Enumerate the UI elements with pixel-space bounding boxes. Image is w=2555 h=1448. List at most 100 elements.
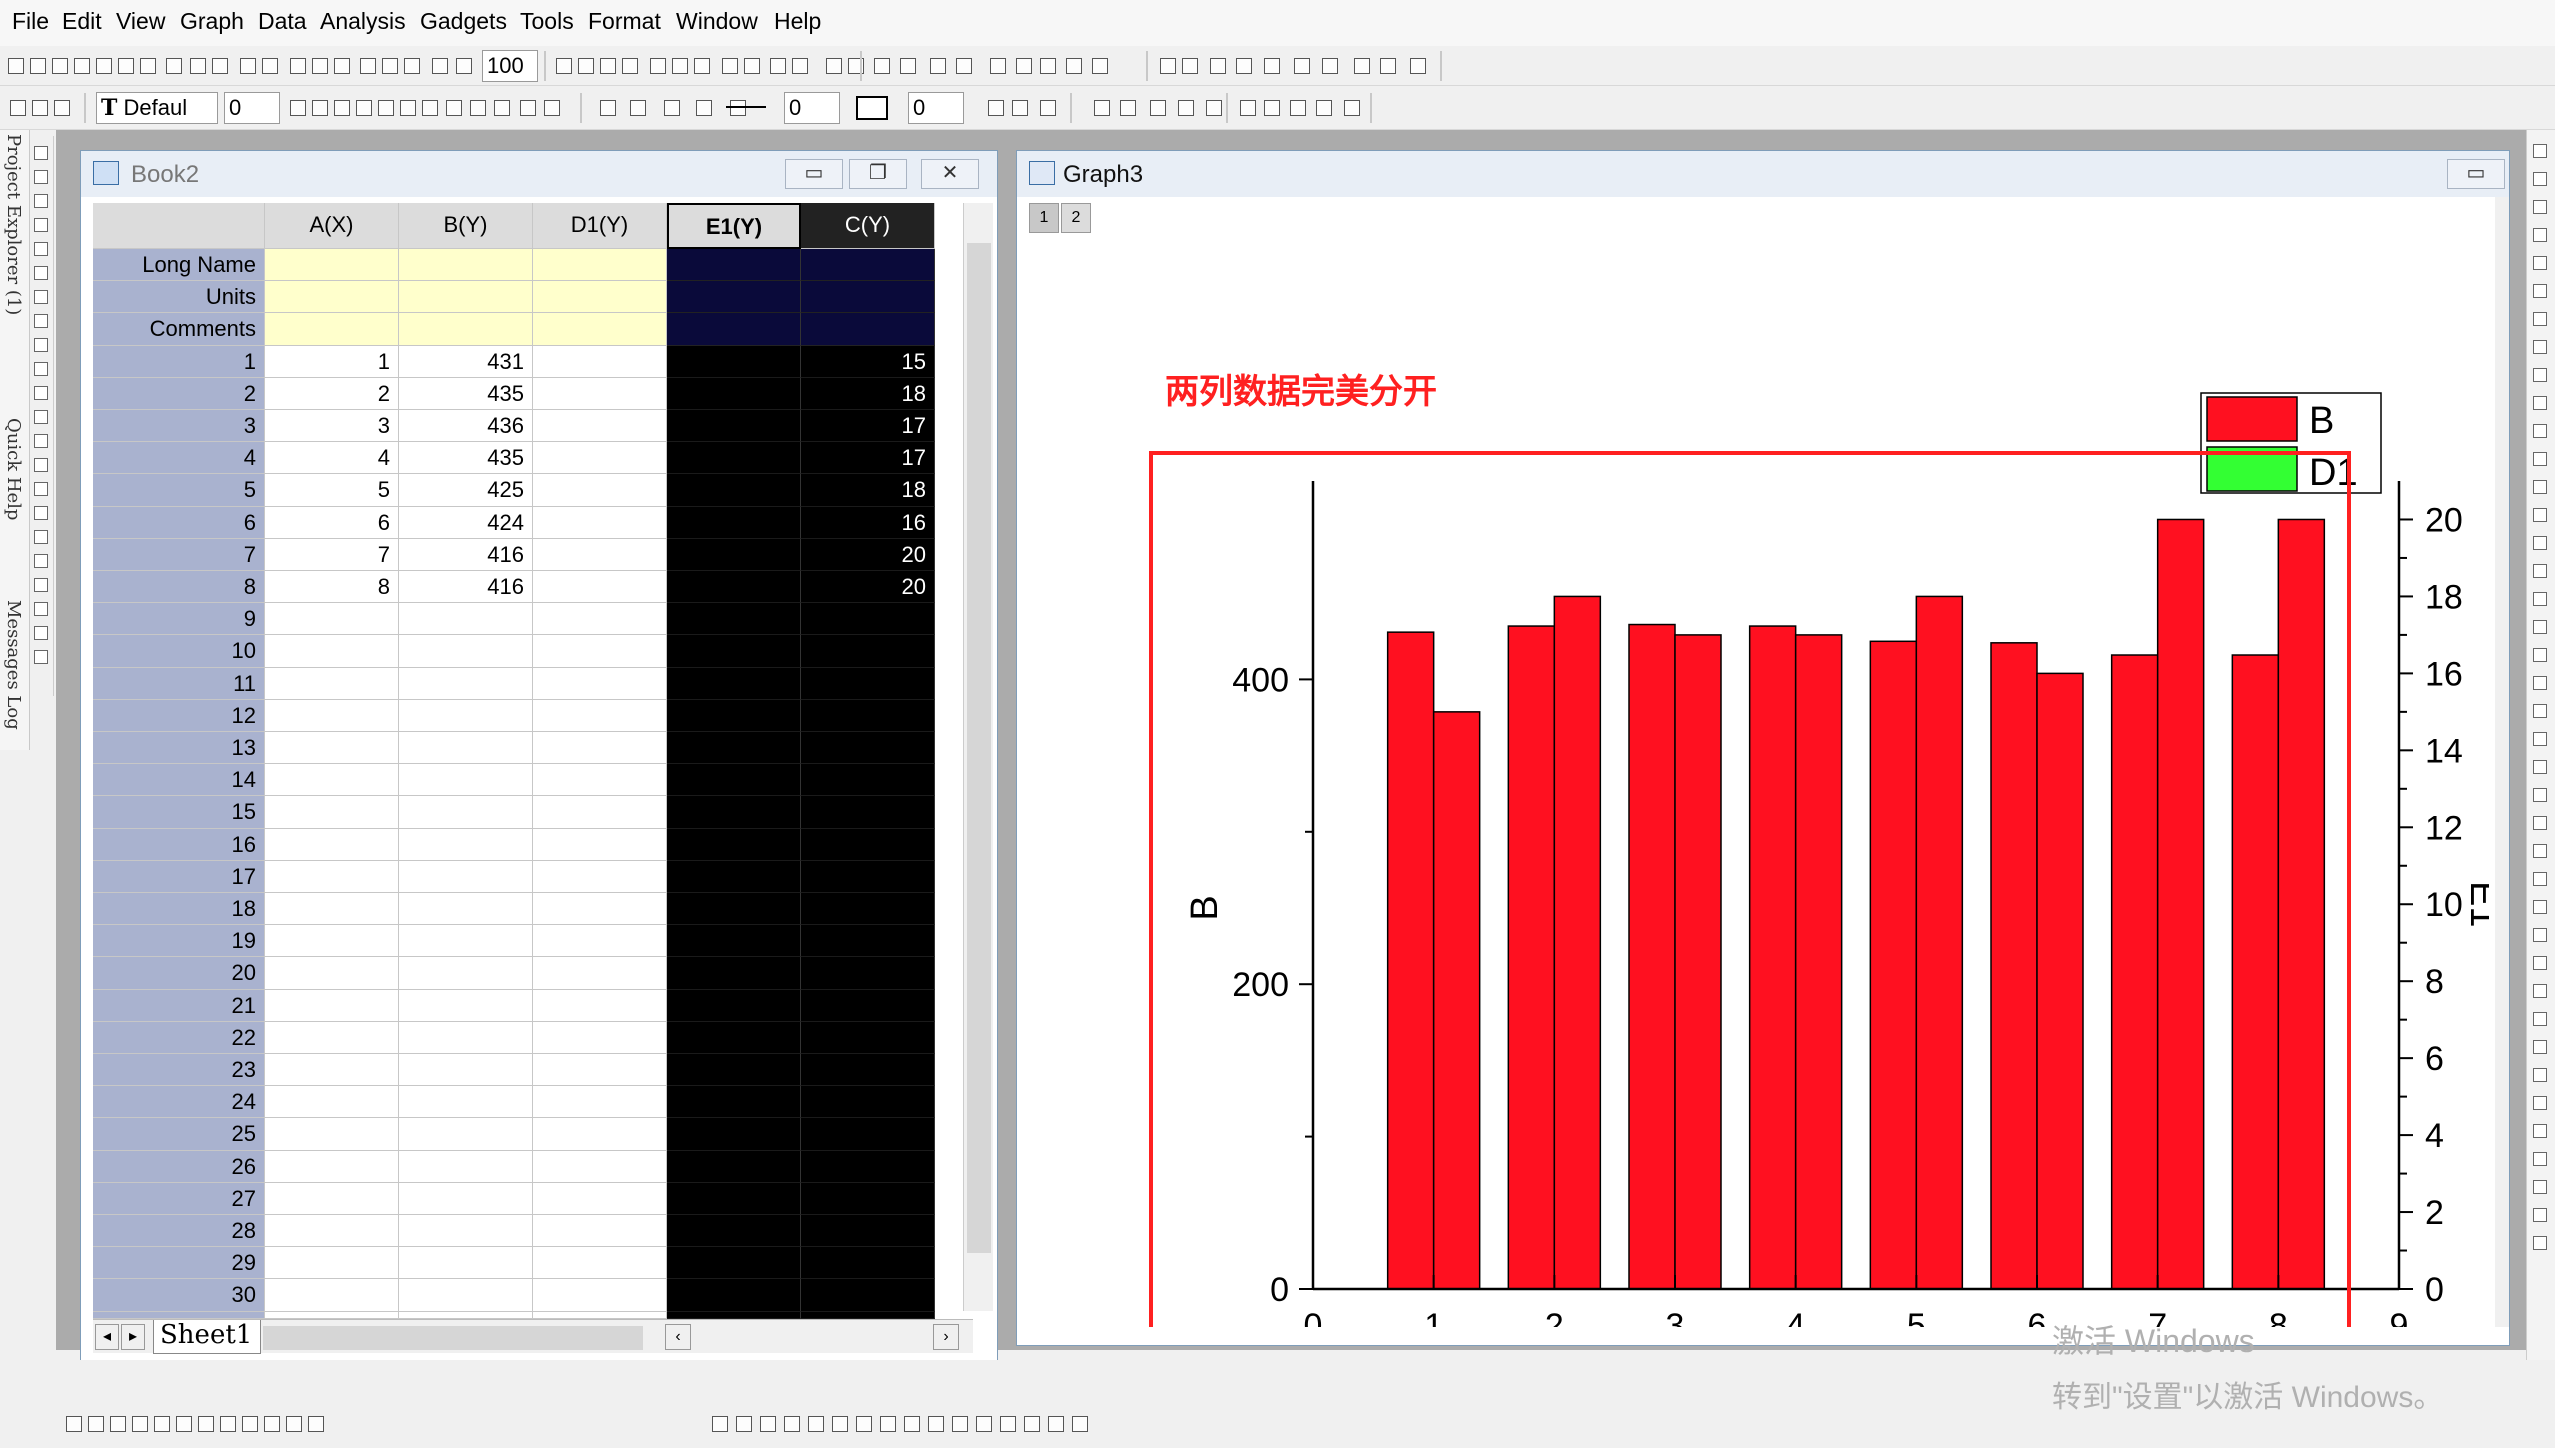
table-cell[interactable] — [667, 1118, 801, 1151]
table-cell[interactable] — [667, 764, 801, 797]
row-header[interactable]: 30 — [93, 1279, 265, 1312]
tool-button-icon[interactable] — [34, 626, 48, 640]
table-cell[interactable] — [801, 1021, 935, 1054]
table-cell[interactable] — [801, 893, 935, 926]
table-cell[interactable]: 20 — [801, 538, 935, 571]
table-cell[interactable] — [265, 1311, 399, 1319]
toolbar-button-icon[interactable] — [696, 100, 712, 116]
table-cell[interactable]: 6 — [265, 506, 399, 539]
table-cell[interactable] — [801, 1311, 935, 1319]
toolbar-button-icon[interactable] — [212, 58, 228, 74]
tool-button-icon[interactable] — [34, 554, 48, 568]
toolbar-button-icon[interactable] — [312, 100, 328, 116]
row-header[interactable]: 28 — [93, 1215, 265, 1248]
table-cell[interactable] — [533, 764, 667, 797]
table-cell[interactable] — [265, 667, 399, 700]
table-cell[interactable] — [399, 1182, 533, 1215]
bar-d1-8[interactable] — [2277, 518, 2326, 1290]
toolbar-button-icon[interactable] — [1092, 58, 1108, 74]
toolbar-button-icon[interactable] — [1206, 100, 1222, 116]
toolbar-button-icon[interactable] — [672, 58, 688, 74]
table-cell[interactable] — [265, 828, 399, 861]
toolbar-button-icon[interactable] — [1264, 58, 1280, 74]
right-tool-icon[interactable] — [2533, 1040, 2547, 1054]
bottom-tool-icon[interactable] — [66, 1416, 82, 1432]
table-cell[interactable] — [667, 796, 801, 829]
toolbar-button-icon[interactable] — [1354, 58, 1370, 74]
bottom-tool-icon[interactable] — [952, 1416, 968, 1432]
table-cell[interactable]: 8 — [265, 571, 399, 604]
column-header-d1y[interactable]: D1(Y) — [533, 203, 667, 249]
toolbar-button-icon[interactable] — [770, 58, 786, 74]
table-cell[interactable] — [265, 635, 399, 668]
table-cell[interactable] — [667, 828, 801, 861]
toolbar-button-icon[interactable] — [262, 58, 278, 74]
toolbar-button-icon[interactable] — [140, 58, 156, 74]
table-cell[interactable] — [533, 1021, 667, 1054]
table-cell[interactable] — [667, 442, 801, 475]
right-tool-icon[interactable] — [2533, 1236, 2547, 1250]
menu-item-window[interactable]: Window — [676, 8, 758, 35]
bottom-tool-icon[interactable] — [712, 1416, 728, 1432]
bottom-tool-icon[interactable] — [832, 1416, 848, 1432]
tool-button-icon[interactable] — [34, 482, 48, 496]
bar-b-8[interactable] — [2231, 654, 2280, 1290]
grid-corner[interactable] — [93, 203, 265, 249]
toolbar-button-icon[interactable] — [664, 100, 680, 116]
bar-d1-7[interactable] — [2156, 518, 2205, 1290]
table-cell[interactable] — [667, 1150, 801, 1183]
table-cell[interactable] — [399, 796, 533, 829]
toolbar-button-icon[interactable] — [1178, 100, 1194, 116]
table-cell[interactable] — [533, 506, 667, 539]
toolbar-button-icon[interactable] — [1380, 58, 1396, 74]
meta-cell[interactable] — [801, 249, 935, 282]
toolbar-button-icon[interactable] — [190, 58, 206, 74]
graph-title-bar[interactable]: Graph3 ▭ — [1017, 151, 2509, 197]
bottom-tool-icon[interactable] — [856, 1416, 872, 1432]
minimize-button[interactable]: ▭ — [785, 159, 843, 189]
toolbar-button-icon[interactable] — [118, 58, 134, 74]
toolbar-button-icon[interactable] — [32, 100, 48, 116]
table-cell[interactable] — [533, 989, 667, 1022]
bar-d1-3[interactable] — [1674, 634, 1722, 1290]
table-cell[interactable] — [399, 764, 533, 797]
bar-d1-4[interactable] — [1794, 634, 1843, 1290]
table-cell[interactable] — [667, 377, 801, 410]
bottom-tool-icon[interactable] — [154, 1416, 170, 1432]
toolbar-button-icon[interactable] — [600, 58, 616, 74]
tool-button-icon[interactable] — [34, 266, 48, 280]
toolbar-button-icon[interactable] — [1322, 58, 1338, 74]
toolbar-button-icon[interactable] — [54, 100, 70, 116]
right-tool-icon[interactable] — [2533, 312, 2547, 326]
toolbar-button-icon[interactable] — [334, 58, 350, 74]
menu-item-file[interactable]: File — [12, 8, 49, 35]
column-header-cy[interactable]: C(Y) — [801, 203, 935, 249]
table-cell[interactable] — [667, 893, 801, 926]
menu-item-data[interactable]: Data — [258, 8, 307, 35]
right-tool-icon[interactable] — [2533, 200, 2547, 214]
graph-vertical-scrollbar[interactable] — [2495, 197, 2509, 1327]
right-tool-icon[interactable] — [2533, 508, 2547, 522]
table-cell[interactable]: 424 — [399, 506, 533, 539]
row-header[interactable]: 6 — [93, 506, 265, 539]
table-cell[interactable] — [801, 732, 935, 765]
table-cell[interactable] — [265, 796, 399, 829]
table-cell[interactable] — [801, 828, 935, 861]
project-explorer-tab[interactable]: Project Explorer (1) — [3, 134, 24, 315]
toolbar-button-icon[interactable] — [422, 100, 438, 116]
right-tool-icon[interactable] — [2533, 1068, 2547, 1082]
toolbar-button-icon[interactable] — [456, 58, 472, 74]
toolbar-button-icon[interactable] — [290, 100, 306, 116]
toolbar-button-icon[interactable] — [874, 58, 890, 74]
row-header[interactable]: 22 — [93, 1021, 265, 1054]
toolbar-button-icon[interactable] — [1094, 100, 1110, 116]
table-cell[interactable] — [801, 989, 935, 1022]
toolbar-button-icon[interactable] — [622, 58, 638, 74]
table-cell[interactable]: 435 — [399, 377, 533, 410]
y-axis-label-left[interactable]: B — [1184, 895, 1226, 920]
tool-button-icon[interactable] — [34, 146, 48, 160]
table-cell[interactable] — [667, 1311, 801, 1319]
table-cell[interactable] — [399, 1279, 533, 1312]
toolbar-button-icon[interactable] — [382, 58, 398, 74]
table-cell[interactable] — [533, 699, 667, 732]
